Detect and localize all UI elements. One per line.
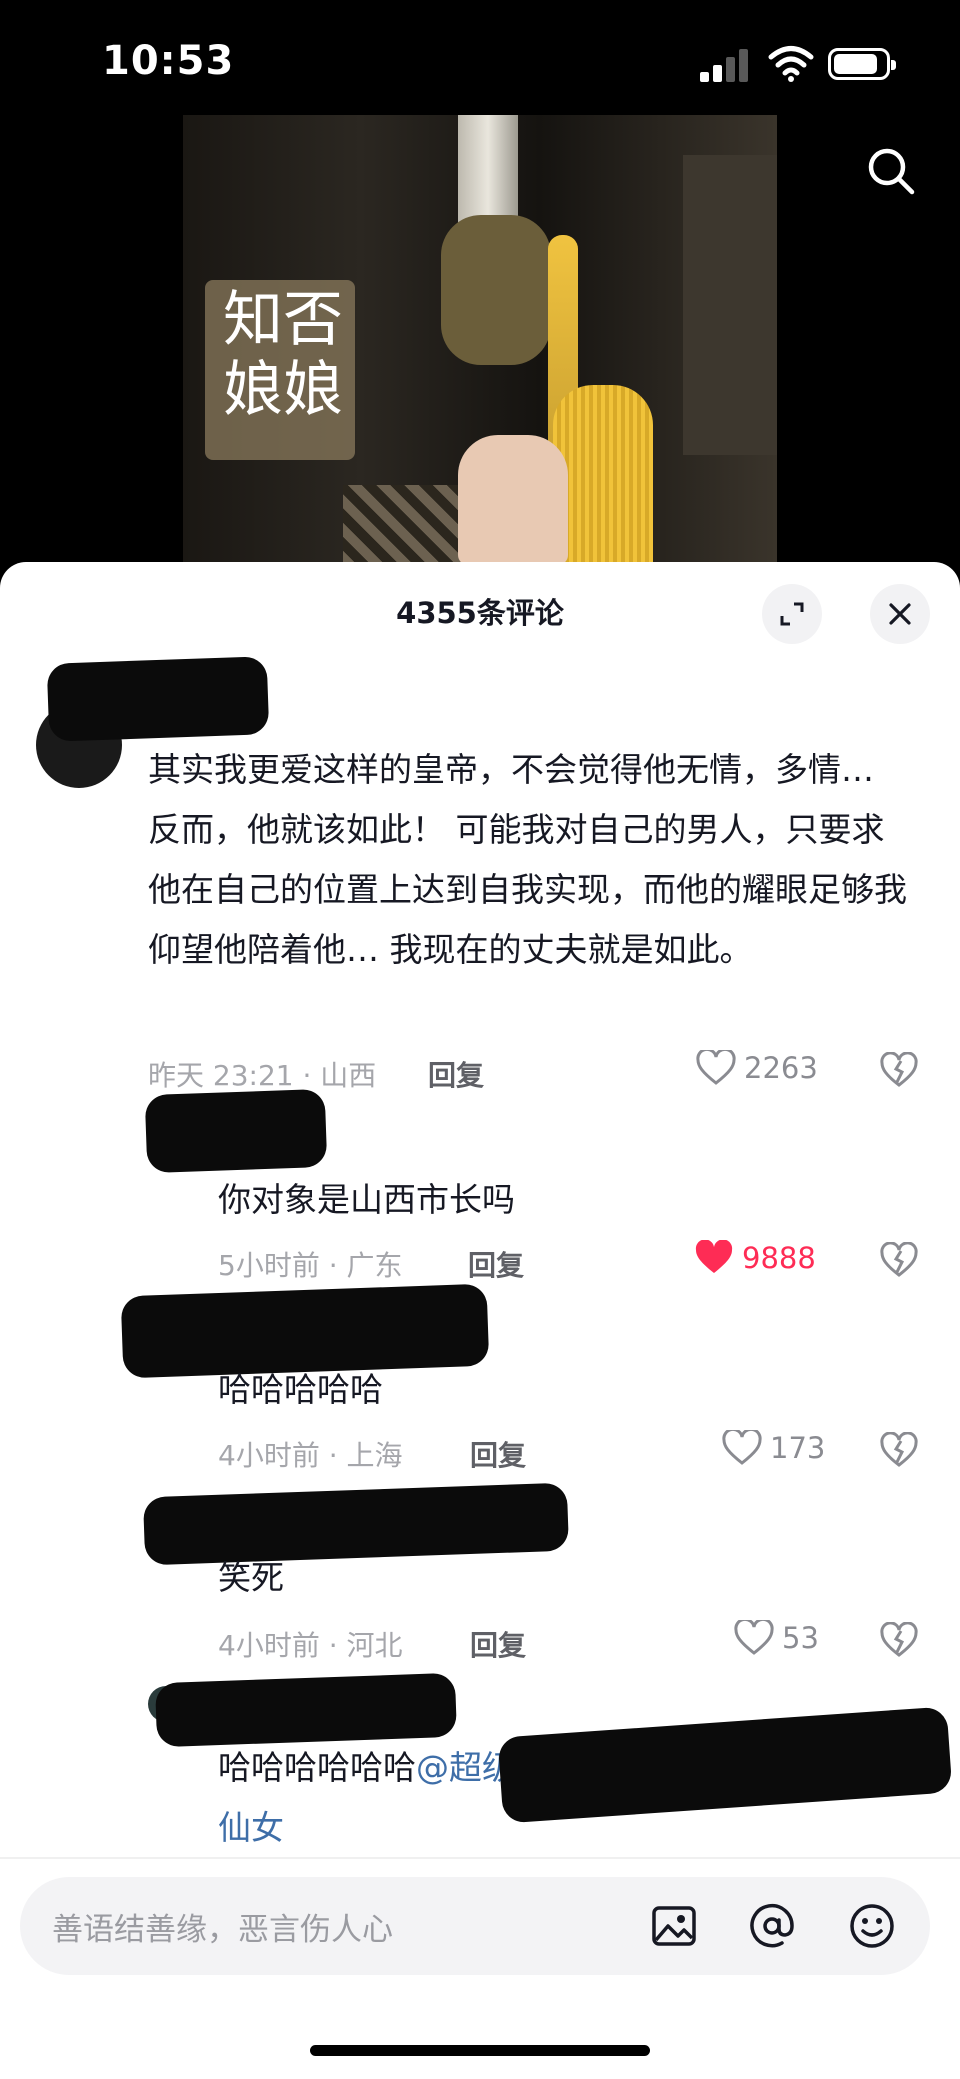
dislike-icon[interactable] <box>880 1242 918 1278</box>
dislike-icon[interactable] <box>880 1622 918 1658</box>
comment-text: 你对象是山西市长吗 <box>218 1180 515 1219</box>
expand-button[interactable] <box>762 584 822 644</box>
comment-meta: 5小时前 · 广东 <box>218 1249 403 1282</box>
status-bar: 10:53 <box>0 0 960 120</box>
comment-meta: 昨天 23:21 · 山西 <box>148 1059 377 1092</box>
battery-icon <box>828 48 896 80</box>
close-button[interactable] <box>870 584 930 644</box>
like-count: 53 <box>782 1621 819 1655</box>
like-button[interactable]: 2263 <box>696 1050 818 1086</box>
expand-icon <box>780 602 804 626</box>
comment-meta: 4小时前 · 河北 <box>218 1629 403 1662</box>
like-count: 9888 <box>742 1241 816 1275</box>
heart-icon <box>734 1620 774 1655</box>
home-indicator <box>310 2045 650 2056</box>
redacted-username <box>154 1672 458 1748</box>
comment-meta: 4小时前 · 上海 <box>218 1439 403 1472</box>
comment-text: 哈哈哈哈哈 <box>218 1370 383 1409</box>
like-button[interactable]: 9888 <box>694 1240 816 1276</box>
heart-icon <box>722 1430 762 1465</box>
mention-icon[interactable] <box>748 1902 796 1950</box>
heart-filled-icon <box>695 1240 733 1273</box>
video-thumbnail[interactable]: 知否 娘娘 <box>183 115 777 565</box>
mention-link-tail[interactable]: 仙女 <box>218 1808 284 1847</box>
cellular-signal-icon <box>700 48 752 82</box>
dislike-icon[interactable] <box>880 1432 918 1468</box>
reply-button[interactable]: 回复 <box>428 1054 484 1094</box>
comment-input-placeholder: 善语结善缘，恶言伤人心 <box>52 1912 393 1948</box>
emoji-icon[interactable] <box>848 1902 896 1950</box>
calligraphy-logo: 知否 娘娘 <box>223 285 343 425</box>
comment-input[interactable]: 善语结善缘，恶言伤人心 <box>20 1877 930 1975</box>
search-icon[interactable] <box>866 146 916 196</box>
like-button[interactable]: 53 <box>734 1620 819 1656</box>
like-button[interactable]: 173 <box>722 1430 825 1466</box>
like-count: 2263 <box>744 1051 818 1085</box>
reply-button[interactable]: 回复 <box>470 1624 526 1664</box>
wifi-icon <box>768 46 814 82</box>
heart-icon <box>696 1050 736 1085</box>
redacted-username <box>46 656 270 742</box>
reply-button[interactable]: 回复 <box>468 1244 524 1284</box>
comment-text: 其实我更爱这样的皇帝，不会觉得他无情，多情… 反而，他就该如此！ 可能我对自己的… <box>148 750 907 969</box>
dislike-icon[interactable] <box>880 1052 918 1088</box>
comment-text: 笑死 <box>218 1558 284 1597</box>
close-icon <box>889 603 911 625</box>
status-time: 10:53 <box>102 38 235 84</box>
divider <box>0 1857 960 1859</box>
image-icon[interactable] <box>650 1902 698 1950</box>
reply-button[interactable]: 回复 <box>470 1434 526 1474</box>
redacted-username <box>144 1088 328 1174</box>
like-count: 173 <box>770 1431 826 1465</box>
